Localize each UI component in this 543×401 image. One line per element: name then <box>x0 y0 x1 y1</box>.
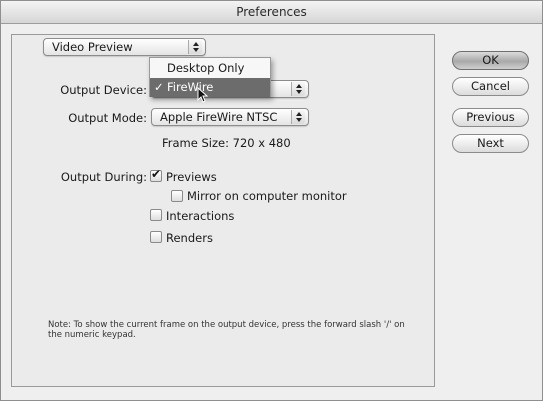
interactions-checkbox[interactable] <box>150 209 162 221</box>
ok-button[interactable]: OK <box>452 51 529 70</box>
frame-size-text: Frame Size: 720 x 480 <box>162 136 291 150</box>
mouse-pointer-icon <box>197 87 209 103</box>
panel-selector-value: Video Preview <box>52 40 133 54</box>
output-mode-value: Apple FireWire NTSC <box>160 110 278 124</box>
menu-item-label: Desktop Only <box>167 61 245 75</box>
checkmark-icon: ✓ <box>154 80 164 94</box>
popup-arrows-icon <box>188 40 202 54</box>
renders-label: Renders <box>166 231 213 245</box>
keypad-note: Note: To show the current frame on the o… <box>48 320 405 340</box>
preferences-window: Preferences Video Preview Output Device:… <box>0 0 543 401</box>
output-mode-popup[interactable]: Apple FireWire NTSC <box>151 108 309 126</box>
panel-selector-popup[interactable]: Video Preview <box>43 38 206 56</box>
renders-checkbox[interactable] <box>150 231 162 243</box>
menu-item-desktop-only[interactable]: Desktop Only <box>150 59 270 78</box>
window-title: Preferences <box>1 1 542 24</box>
mirror-label: Mirror on computer monitor <box>187 189 347 203</box>
popup-arrows-icon <box>291 82 305 96</box>
cancel-button[interactable]: Cancel <box>452 77 529 96</box>
previews-checkbox[interactable] <box>150 167 162 182</box>
output-device-menu: Desktop Only ✓ FireWire <box>149 57 271 97</box>
output-during-label: Output During: <box>60 170 147 184</box>
popup-arrows-icon <box>291 110 305 124</box>
interactions-label: Interactions <box>166 209 235 223</box>
menu-item-firewire[interactable]: ✓ FireWire <box>150 78 270 97</box>
output-mode-label: Output Mode: <box>68 111 147 125</box>
previous-button[interactable]: Previous <box>452 108 529 127</box>
next-button[interactable]: Next <box>452 134 529 153</box>
mirror-checkbox[interactable] <box>171 190 183 202</box>
output-device-label: Output Device: <box>60 83 147 97</box>
previews-label: Previews <box>166 170 217 184</box>
